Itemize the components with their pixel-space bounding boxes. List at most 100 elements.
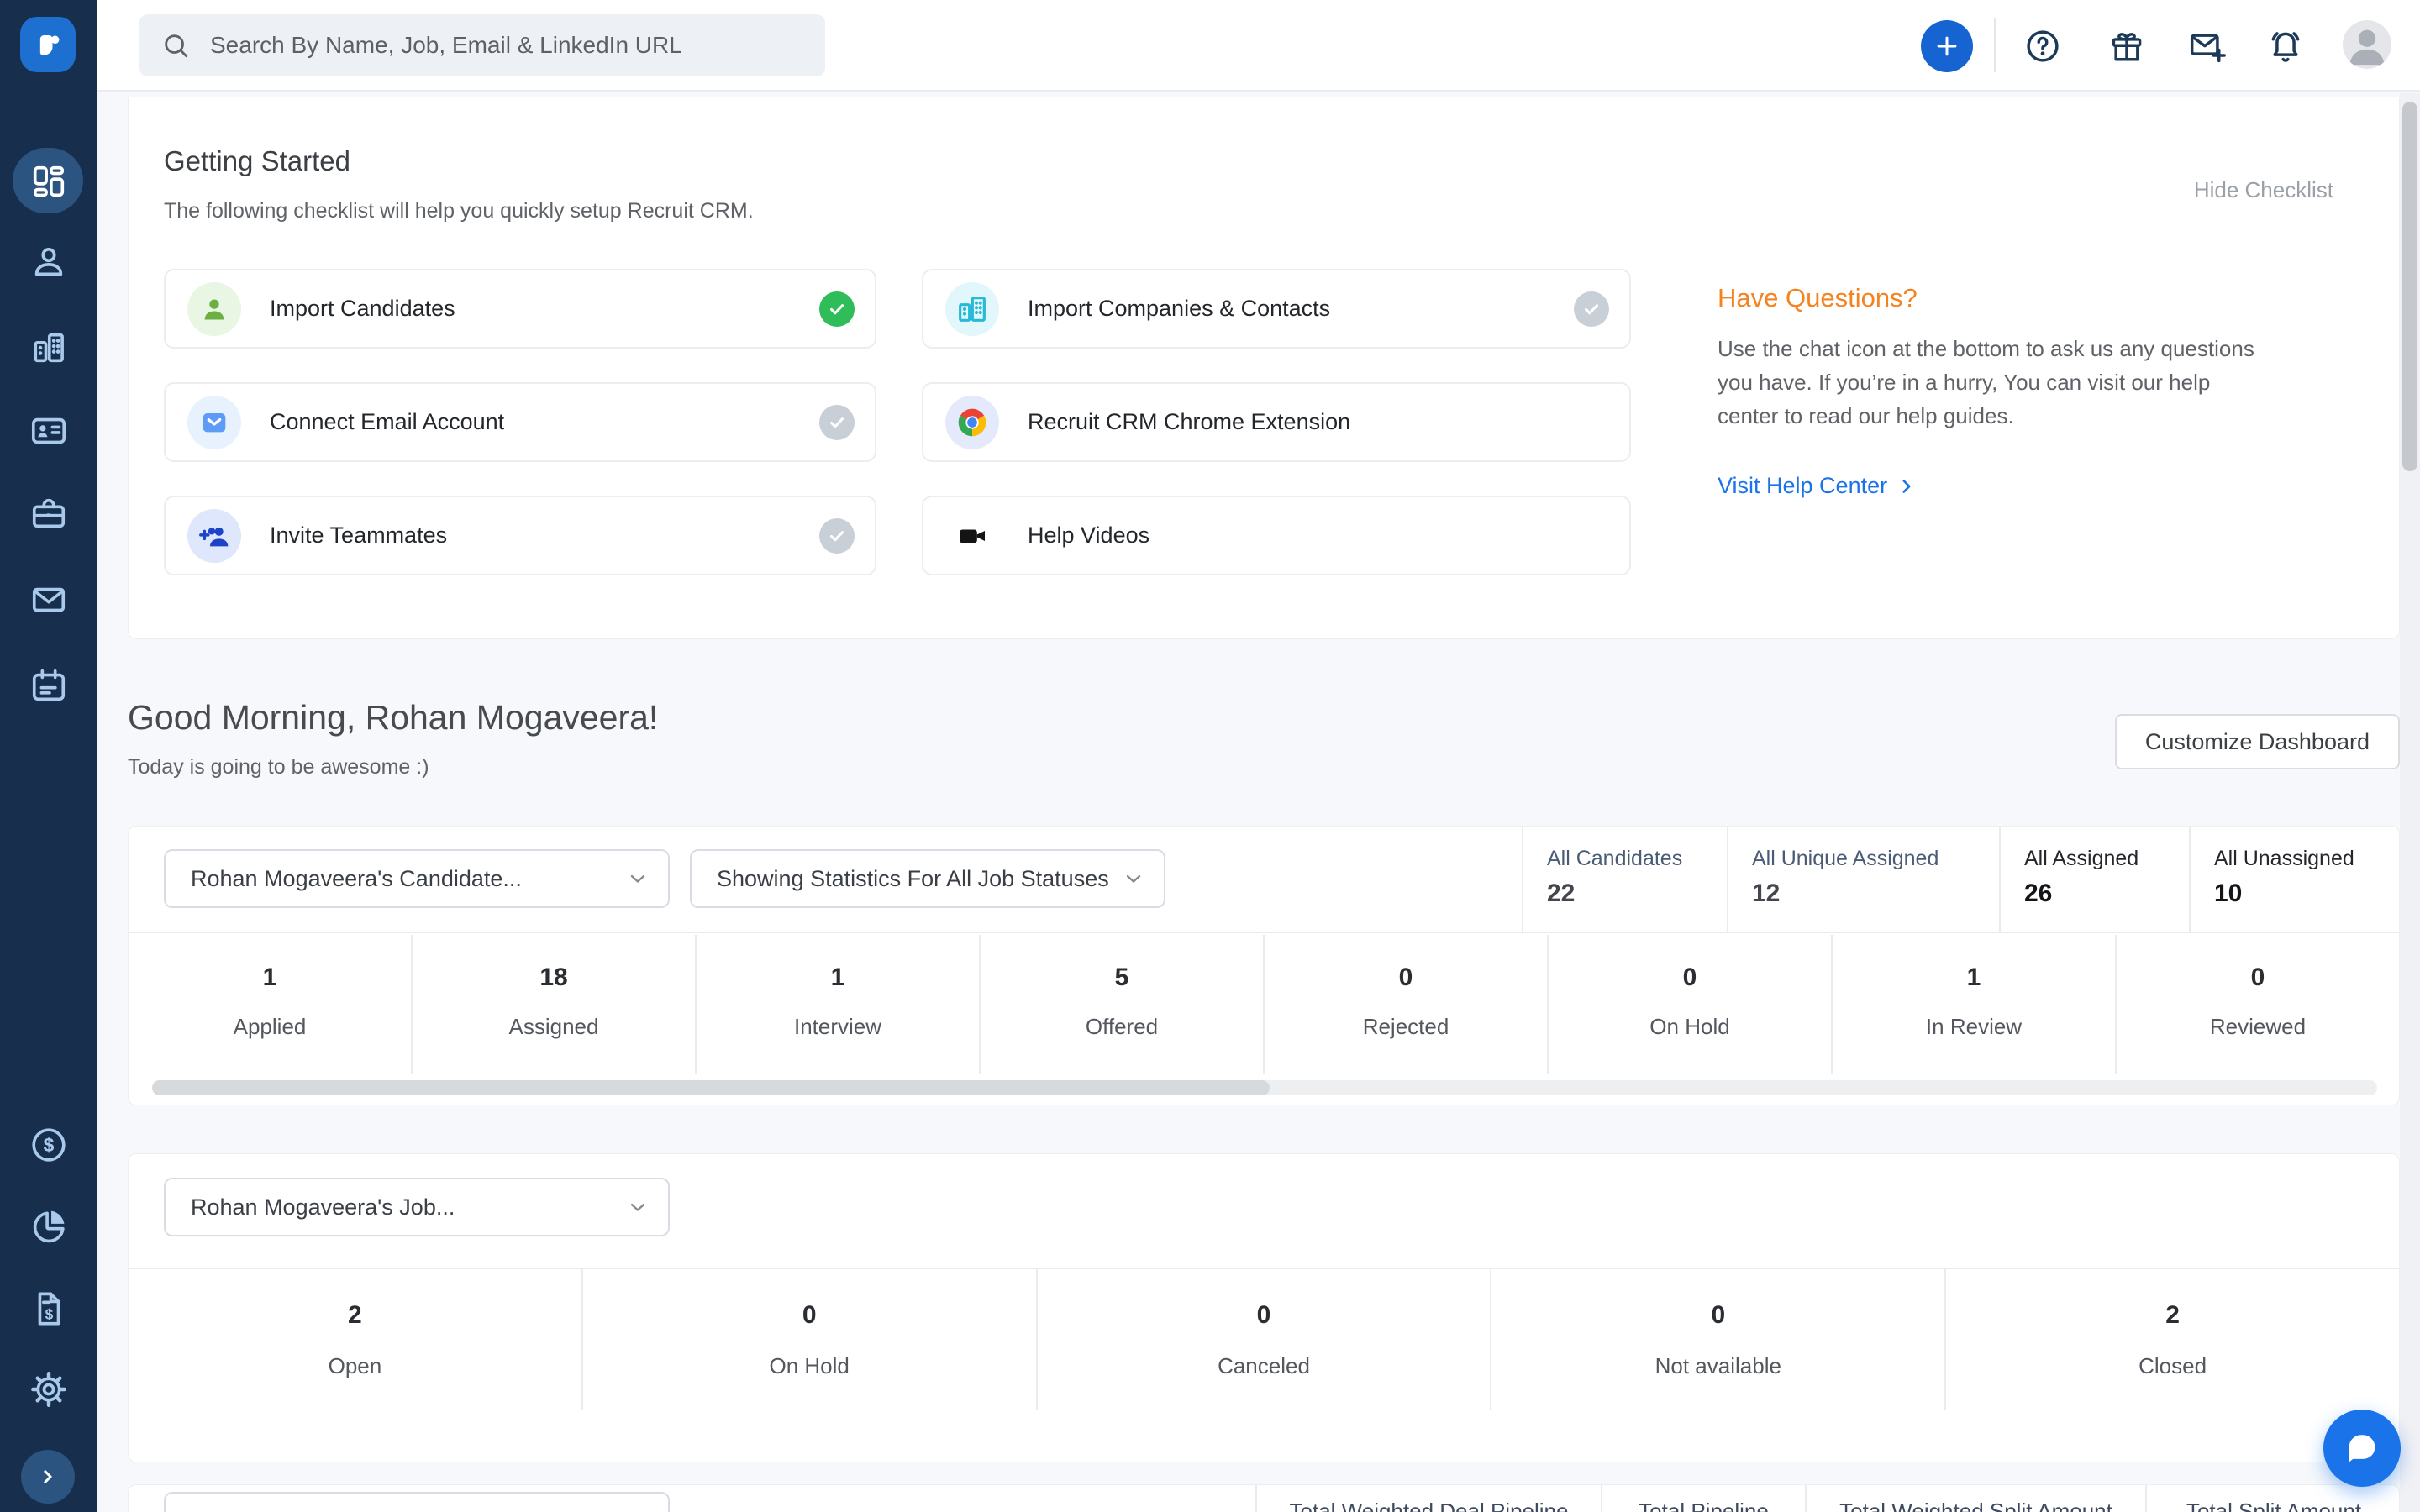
deal-statistics-card: Rohan Mogaveera's Deal Statistics Total … bbox=[128, 1484, 2400, 1512]
main-content: Getting Started The following checklist … bbox=[97, 93, 2400, 1512]
help-videos-icon-badge bbox=[945, 509, 999, 563]
bell-icon bbox=[2267, 28, 2304, 65]
candidate-owner-dropdown[interactable]: Rohan Mogaveera's Candidate... bbox=[164, 849, 670, 908]
companies-buildings-icon bbox=[29, 328, 68, 367]
customize-dashboard-button[interactable]: Customize Dashboard bbox=[2115, 714, 2400, 769]
job-value: 0 bbox=[583, 1301, 1036, 1330]
deals-dollar-icon: $ bbox=[29, 1126, 68, 1164]
checklist-item-chrome-extension[interactable]: Recruit CRM Chrome Extension bbox=[922, 382, 1631, 462]
status-value: 1 bbox=[697, 963, 979, 992]
sidebar-expand-button[interactable] bbox=[21, 1450, 75, 1504]
gift-icon bbox=[2108, 28, 2145, 65]
checklist-item-help-videos[interactable]: Help Videos bbox=[922, 496, 1631, 575]
job-cell-not-available: 0 Not available bbox=[1490, 1269, 1944, 1410]
summary-all-unassigned[interactable]: All Unassigned 10 bbox=[2189, 827, 2400, 933]
sidebar-item-dashboard[interactable] bbox=[0, 162, 97, 201]
chevron-down-icon bbox=[1122, 867, 1145, 890]
job-status-row: 2 Open 0 On Hold 0 Canceled 0 Not availa… bbox=[129, 1269, 2399, 1463]
svg-text:$: $ bbox=[43, 1134, 54, 1156]
help-button[interactable] bbox=[2024, 28, 2061, 65]
status-cell-reviewed: 0 Reviewed bbox=[2115, 935, 2399, 1074]
getting-started-subtitle: The following checklist will help you qu… bbox=[164, 199, 754, 223]
checklist-item-import-candidates[interactable]: Import Candidates bbox=[164, 269, 876, 349]
chevron-down-icon bbox=[626, 1195, 650, 1219]
summary-all-candidates[interactable]: All Candidates 22 bbox=[1522, 827, 1727, 933]
job-cell-on-hold: 0 On Hold bbox=[581, 1269, 1036, 1410]
chevron-right-icon bbox=[35, 1464, 60, 1489]
chat-launcher-button[interactable] bbox=[2323, 1410, 2401, 1487]
summary-value: 10 bbox=[2214, 879, 2400, 908]
sidebar-item-companies[interactable] bbox=[0, 328, 97, 367]
help-question-icon bbox=[2024, 28, 2061, 65]
summary-label: All Unique Assigned bbox=[1752, 847, 1999, 871]
vertical-scrollbar-track bbox=[2400, 93, 2420, 1512]
summary-all-assigned[interactable]: All Assigned 26 bbox=[1999, 827, 2189, 933]
sidebar-item-invoices[interactable]: $ bbox=[0, 1289, 97, 1328]
connect-email-icon-badge bbox=[187, 396, 241, 449]
status-value: 0 bbox=[2117, 963, 2399, 992]
job-label: Closed bbox=[1946, 1353, 2399, 1379]
deal-owner-dropdown[interactable]: Rohan Mogaveera's Deal Statistics bbox=[164, 1492, 670, 1512]
horizontal-scrollbar-thumb[interactable] bbox=[152, 1080, 1270, 1095]
topbar-divider bbox=[1994, 18, 1996, 72]
deal-header-total-split: Total Split Amount bbox=[2145, 1485, 2400, 1512]
chat-bubble-icon bbox=[2343, 1429, 2381, 1467]
sidebar-item-deals[interactable]: $ bbox=[0, 1126, 97, 1164]
job-value: 2 bbox=[1946, 1301, 2399, 1330]
deal-header-label: Total Weighted Deal Pipeline bbox=[1290, 1499, 1569, 1512]
recruit-crm-dashboard: $ $ bbox=[0, 0, 2420, 1512]
job-label: Open bbox=[129, 1353, 581, 1379]
profile-avatar[interactable] bbox=[2343, 20, 2391, 69]
status-label: Reviewed bbox=[2117, 1014, 2399, 1040]
sidebar-item-jobs[interactable] bbox=[0, 494, 97, 533]
summary-all-unique-assigned[interactable]: All Unique Assigned 12 bbox=[1727, 827, 1999, 933]
chevron-down-icon bbox=[626, 867, 650, 890]
visit-help-center-link[interactable]: Visit Help Center bbox=[1718, 473, 1918, 499]
job-status-filter-dropdown[interactable]: Showing Statistics For All Job Statuses bbox=[690, 849, 1165, 908]
sidebar-item-settings[interactable] bbox=[0, 1370, 97, 1409]
job-value: 0 bbox=[1491, 1301, 1944, 1330]
email-envelope-icon bbox=[29, 580, 68, 619]
status-label: In Review bbox=[1833, 1014, 2115, 1040]
plus-icon bbox=[1933, 32, 1961, 60]
search-input[interactable] bbox=[208, 31, 803, 60]
sidebar-item-candidates[interactable] bbox=[0, 243, 97, 281]
check-pending-icon bbox=[819, 518, 855, 554]
topbar bbox=[97, 0, 2420, 92]
check-pending-icon bbox=[1574, 291, 1609, 327]
greeting-title: Good Morning, Rohan Mogaveera! bbox=[128, 698, 658, 738]
job-label: Canceled bbox=[1038, 1353, 1491, 1379]
status-value: 1 bbox=[129, 963, 411, 992]
deal-header-total-pipeline: Total Pipeline bbox=[1601, 1485, 1805, 1512]
sidebar-item-contacts[interactable] bbox=[0, 412, 97, 450]
candidate-statistics-card: Rohan Mogaveera's Candidate... Showing S… bbox=[128, 826, 2400, 1105]
status-cell-on-hold: 0 On Hold bbox=[1547, 935, 1831, 1074]
hide-checklist-link[interactable]: Hide Checklist bbox=[2194, 177, 2333, 203]
compose-email-button[interactable] bbox=[2189, 28, 2226, 65]
rewards-button[interactable] bbox=[2108, 28, 2145, 65]
sidebar-item-reports[interactable] bbox=[0, 1207, 97, 1246]
buildings-icon bbox=[955, 292, 989, 326]
visit-help-center-label: Visit Help Center bbox=[1718, 473, 1887, 499]
summary-label: All Unassigned bbox=[2214, 847, 2400, 871]
checklist-item-invite-teammates[interactable]: Invite Teammates bbox=[164, 496, 876, 575]
checklist-item-import-companies[interactable]: Import Companies & Contacts bbox=[922, 269, 1631, 349]
status-value: 0 bbox=[1265, 963, 1547, 992]
sidebar-item-email[interactable] bbox=[0, 580, 97, 619]
have-questions-body: Use the chat icon at the bottom to ask u… bbox=[1718, 332, 2276, 433]
job-label: Not available bbox=[1491, 1353, 1944, 1379]
check-pending-icon bbox=[819, 405, 855, 440]
sidebar-item-calendar[interactable] bbox=[0, 666, 97, 705]
vertical-scrollbar-thumb[interactable] bbox=[2402, 102, 2417, 471]
notifications-button[interactable] bbox=[2267, 28, 2304, 65]
job-owner-dropdown[interactable]: Rohan Mogaveera's Job... bbox=[164, 1178, 670, 1236]
invite-teammates-icon-badge bbox=[187, 509, 241, 563]
status-value: 0 bbox=[1549, 963, 1831, 992]
checklist-item-connect-email[interactable]: Connect Email Account bbox=[164, 382, 876, 462]
add-new-button[interactable] bbox=[1921, 20, 1973, 72]
getting-started-title: Getting Started bbox=[164, 145, 350, 177]
global-search[interactable] bbox=[139, 14, 825, 76]
job-cell-open: 2 Open bbox=[129, 1269, 581, 1410]
settings-gear-icon bbox=[29, 1370, 68, 1409]
dashboard-grid-icon bbox=[29, 162, 68, 201]
